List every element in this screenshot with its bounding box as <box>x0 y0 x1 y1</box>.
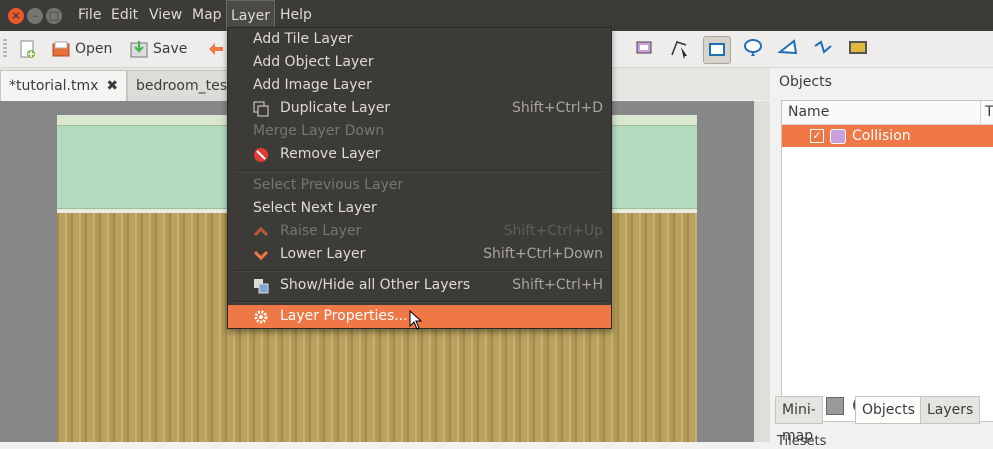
rectangle-icon <box>709 43 725 56</box>
menu-merge-layer-down: Merge Layer Down <box>228 120 611 143</box>
menu-label: Select Previous Layer <box>253 177 404 193</box>
menu-label: Layer Properties... <box>280 308 408 324</box>
menu-label: Select Next Layer <box>253 200 377 216</box>
menu-view[interactable]: View <box>145 0 186 31</box>
menu-lower-layer[interactable]: Lower Layer Shift+Ctrl+Down <box>228 243 611 266</box>
edit-polygon-icon[interactable] <box>669 37 691 59</box>
duplicate-icon <box>253 101 269 117</box>
menu-separator <box>234 301 605 303</box>
menu-select-previous-layer: Select Previous Layer <box>228 174 611 197</box>
menu-shortcut: Shift+Ctrl+D <box>512 100 603 116</box>
window-minimize-button[interactable]: – <box>27 8 43 24</box>
menu-label: Remove Layer <box>280 146 381 162</box>
object-layer-row[interactable]: ✓ Collision <box>782 125 993 147</box>
mouse-cursor-icon <box>409 310 423 330</box>
menu-raise-layer: Raise Layer Shift+Ctrl+Up <box>228 220 611 243</box>
insert-polyline-icon[interactable] <box>812 37 834 59</box>
undo-icon <box>209 43 223 55</box>
insert-ellipse-icon[interactable] <box>742 37 764 59</box>
menu-remove-layer[interactable]: Remove Layer <box>228 143 611 166</box>
show-hide-icon <box>254 279 269 294</box>
window-close-button[interactable]: × <box>8 8 24 24</box>
open-button[interactable]: Open <box>52 36 112 62</box>
tab-tutorial[interactable]: *tutorial.tmx ✖ <box>0 70 128 101</box>
open-folder-icon <box>52 41 70 57</box>
objects-tree-header: Name T <box>782 101 993 125</box>
menu-label: Lower Layer <box>280 246 366 262</box>
menu-separator <box>234 170 605 172</box>
menu-shortcut: Shift+Ctrl+Up <box>503 223 603 239</box>
menu-shortcut: Shift+Ctrl+Down <box>483 246 603 262</box>
menu-add-image-layer[interactable]: Add Image Layer <box>228 74 611 97</box>
tab-label: bedroom_test <box>136 78 233 94</box>
menu-select-next-layer[interactable]: Select Next Layer <box>228 197 611 220</box>
menu-label: Add Tile Layer <box>253 31 353 47</box>
objects-dock: Objects Name T ✓ Collision Mini-map Obje… <box>771 68 993 449</box>
canvas-vertical-scrollbar[interactable] <box>754 101 770 442</box>
menu-duplicate-layer[interactable]: Duplicate Layer Shift+Ctrl+D <box>228 97 611 120</box>
menu-label: Add Image Layer <box>253 77 372 93</box>
open-label: Open <box>75 41 113 57</box>
toolbar-grip[interactable] <box>3 39 7 59</box>
menu-show-hide-other-layers[interactable]: Show/Hide all Other Layers Shift+Ctrl+H <box>228 274 611 297</box>
layer-visible-checkbox[interactable]: ✓ <box>810 129 824 143</box>
tab-label: *tutorial.tmx <box>9 78 99 94</box>
layer-name: Collision <box>852 128 911 144</box>
tab-layers[interactable]: Layers <box>920 396 981 424</box>
gear-icon <box>254 310 268 324</box>
menu-shortcut: Shift+Ctrl+H <box>512 277 603 293</box>
remove-icon <box>254 148 268 162</box>
window-maximize-button[interactable]: □ <box>46 8 62 24</box>
layer-menu: Add Tile Layer Add Object Layer Add Imag… <box>227 27 612 329</box>
menu-label: Add Object Layer <box>253 54 374 70</box>
insert-polygon-icon[interactable] <box>777 37 799 59</box>
save-label: Save <box>153 41 188 57</box>
menu-label: Duplicate Layer <box>280 100 391 116</box>
menu-label: Merge Layer Down <box>253 123 385 139</box>
menu-add-tile-layer[interactable]: Add Tile Layer <box>228 28 611 51</box>
objects-tree[interactable]: Name T ✓ Collision <box>781 100 993 422</box>
insert-rectangle-tool[interactable] <box>703 36 731 64</box>
column-type-header[interactable]: T <box>980 101 993 124</box>
objects-dock-title: Objects <box>779 74 832 90</box>
object-layer-icon <box>830 129 846 144</box>
insert-object-icon[interactable] <box>634 37 656 59</box>
menu-add-object-layer[interactable]: Add Object Layer <box>228 51 611 74</box>
tab-objects[interactable]: Objects <box>855 396 922 424</box>
menu-file[interactable]: File <box>74 0 105 31</box>
tab-mini-map[interactable]: Mini-map <box>775 396 823 444</box>
menu-separator <box>234 270 605 272</box>
menu-label: Show/Hide all Other Layers <box>280 277 471 293</box>
lower-icon <box>253 250 269 261</box>
menu-edit[interactable]: Edit <box>107 0 142 31</box>
save-button[interactable]: Save <box>130 36 187 62</box>
new-file-icon <box>20 40 35 58</box>
duplicate-object-icon[interactable] <box>826 397 844 415</box>
new-button[interactable] <box>18 36 41 62</box>
menu-label: Raise Layer <box>280 223 362 239</box>
raise-icon <box>253 226 269 237</box>
save-icon <box>130 41 148 58</box>
column-name-header[interactable]: Name <box>788 101 829 124</box>
insert-tile-icon[interactable] <box>847 37 869 59</box>
menu-map[interactable]: Map <box>188 0 226 31</box>
tab-close-icon[interactable]: ✖ <box>106 78 118 94</box>
